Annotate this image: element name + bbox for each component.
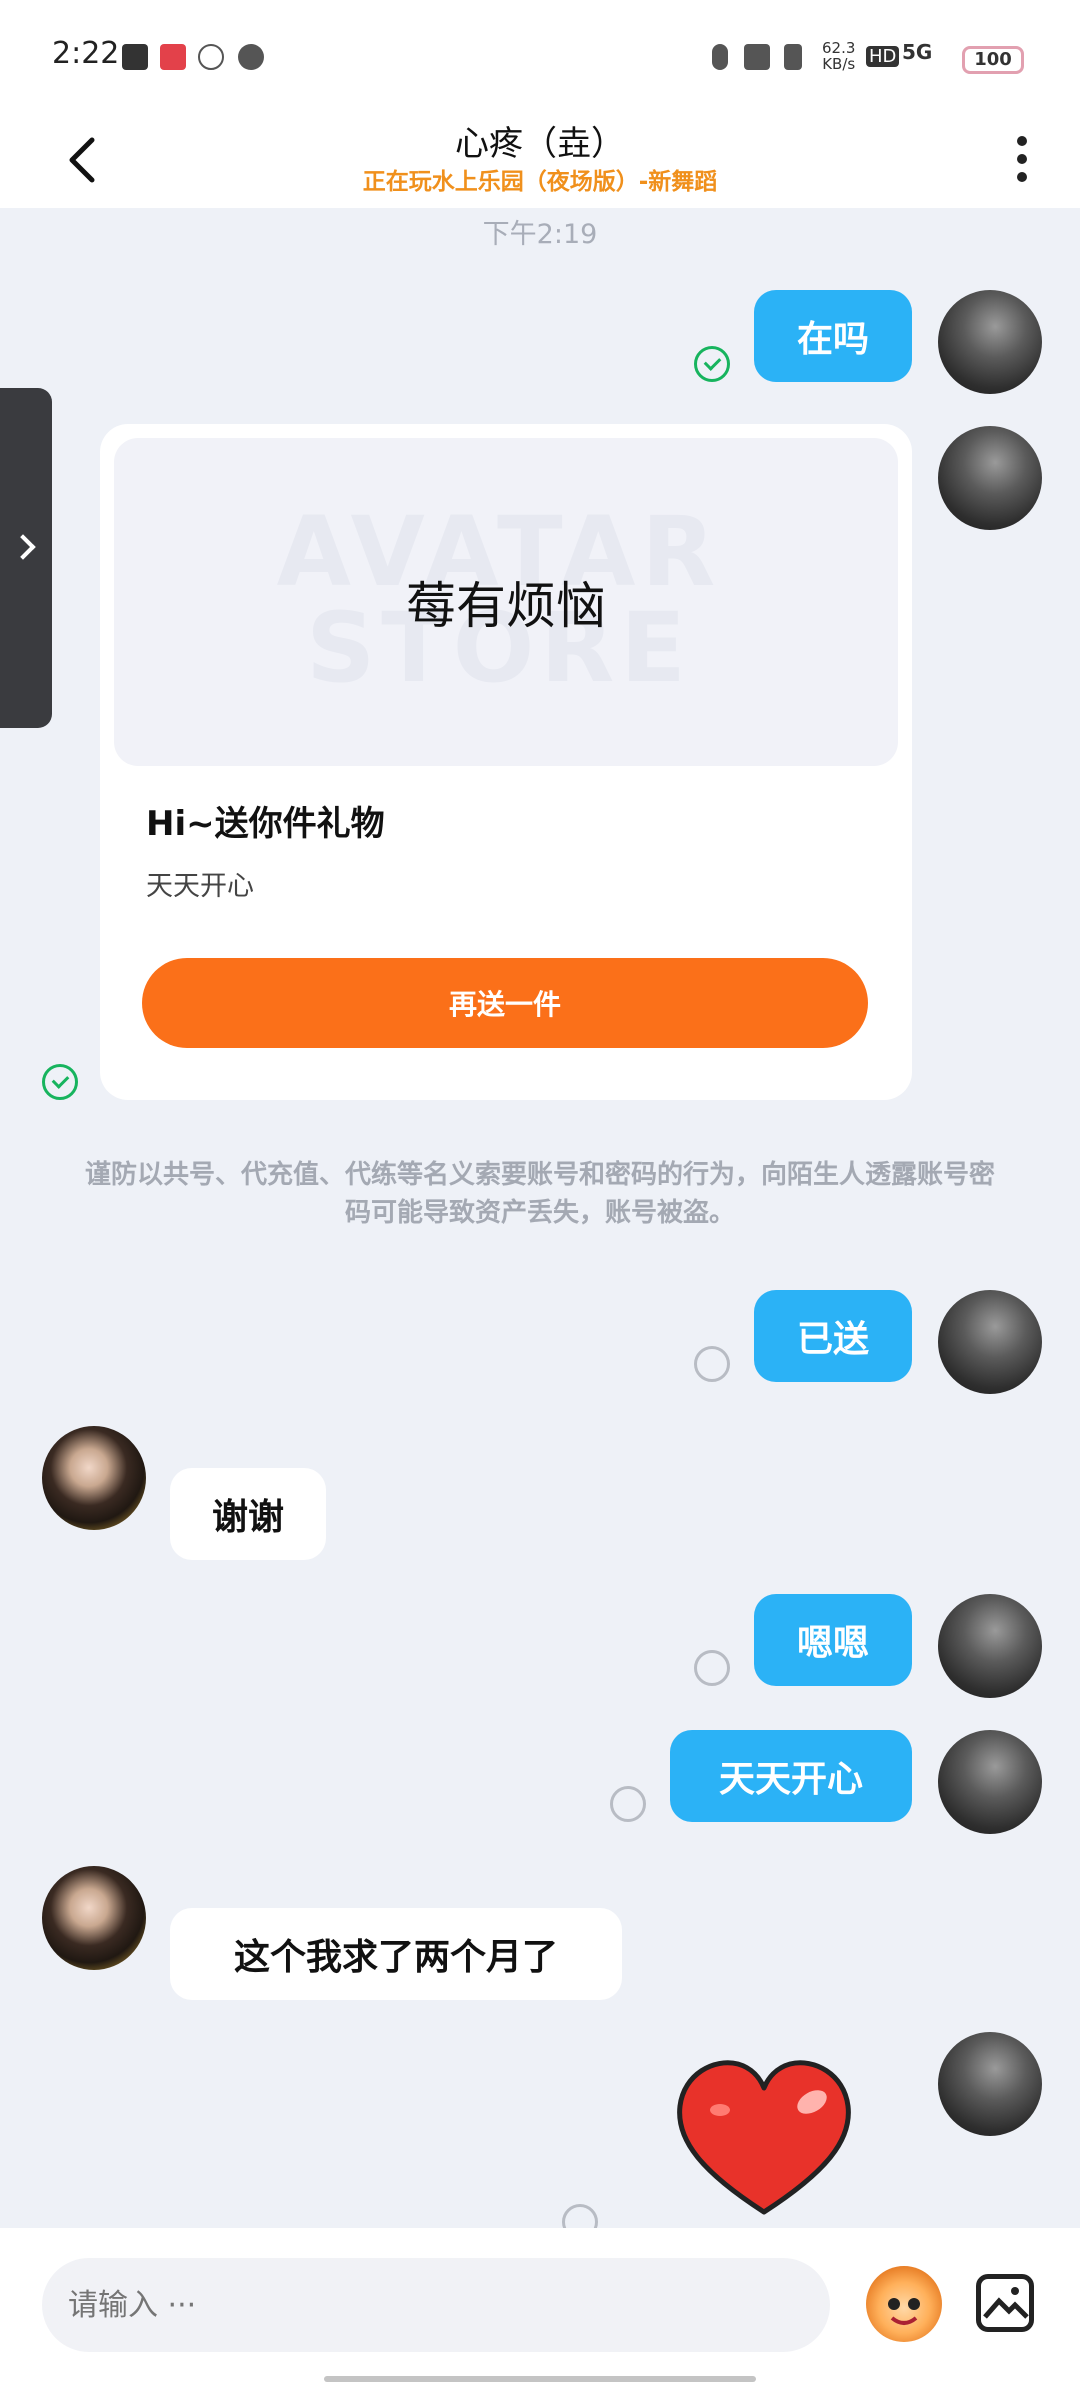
status-time: 2:22 [52, 36, 120, 71]
home-indicator[interactable] [324, 2376, 756, 2382]
gift-item-name: 莓有烦恼 [406, 577, 606, 635]
image-picker-button[interactable] [976, 2274, 1034, 2332]
chat-header: 心疼（垚） 正在玩水上乐园（夜场版）-新舞蹈 [0, 112, 1080, 208]
input-bar [0, 2228, 1080, 2388]
hotspot-icon [198, 44, 224, 70]
message-bubble[interactable]: 这个我求了两个月了 [170, 1908, 622, 2000]
pending-status-icon [694, 1650, 730, 1686]
contact-avatar[interactable] [42, 1866, 146, 1970]
read-check-icon [42, 1064, 78, 1100]
security-notice: 谨防以共号、代充值、代练等名义索要账号和密码的行为，向陌生人透露账号密码可能导致… [84, 1160, 995, 1228]
image-icon [983, 2287, 1029, 2319]
gift-card[interactable]: AVATAR STORE 莓有烦恼 Hi~送你件礼物 天天开心 再送一件 [100, 424, 912, 1100]
monkey-emoji-icon [888, 2298, 920, 2325]
more-options-button[interactable] [1004, 122, 1040, 194]
message-timestamp: 下午2:19 [482, 219, 598, 250]
more-dot-icon [1017, 136, 1027, 146]
my-avatar[interactable] [938, 1730, 1042, 1834]
vibrate-icon [784, 44, 802, 70]
hd-badge: HD [866, 46, 900, 67]
pending-status-icon [610, 1786, 646, 1822]
pending-status-icon [694, 1346, 730, 1382]
wechat-icon [238, 44, 264, 70]
send-again-button[interactable]: 再送一件 [142, 958, 868, 1048]
side-drawer-toggle[interactable] [0, 388, 52, 728]
contact-status: 正在玩水上乐园（夜场版）-新舞蹈 [362, 169, 718, 195]
contact-avatar[interactable] [42, 1426, 146, 1530]
more-dot-icon [1017, 154, 1027, 164]
my-avatar[interactable] [938, 2032, 1042, 2136]
message-bubble[interactable]: 已送 [754, 1290, 912, 1382]
gift-message: 天天开心 [146, 871, 254, 902]
message-bubble[interactable]: 谢谢 [170, 1468, 326, 1560]
network-type: 5G [902, 40, 933, 64]
speed-unit: KB/s [822, 55, 856, 73]
message-bubble[interactable]: 在吗 [754, 290, 912, 382]
mic-icon [712, 44, 728, 70]
gift-title: Hi~送你件礼物 [146, 804, 385, 844]
camera-icon [744, 44, 770, 70]
task-icon [122, 44, 148, 70]
my-avatar[interactable] [938, 290, 1042, 394]
gift-image: AVATAR STORE 莓有烦恼 [114, 438, 898, 766]
read-check-icon [694, 346, 730, 382]
app-notification-icon [160, 44, 186, 70]
message-input[interactable] [42, 2258, 830, 2352]
heart-sticker[interactable] [672, 2054, 856, 2222]
network-speed: 62.3 KB/s [822, 40, 855, 72]
more-dot-icon [1017, 172, 1027, 182]
chevron-right-icon [10, 534, 36, 560]
contact-name: 心疼（垚） [455, 124, 625, 164]
my-avatar[interactable] [938, 426, 1042, 530]
message-bubble[interactable]: 嗯嗯 [754, 1594, 912, 1686]
speed-value: 62.3 [822, 39, 856, 57]
my-avatar[interactable] [938, 1290, 1042, 1394]
emoji-button[interactable] [866, 2266, 942, 2342]
message-bubble[interactable]: 天天开心 [670, 1730, 912, 1822]
battery-indicator: 100 [962, 46, 1024, 74]
my-avatar[interactable] [938, 1594, 1042, 1698]
status-bar: 2:22 62.3 KB/s HD 5G 100 [0, 0, 1080, 112]
